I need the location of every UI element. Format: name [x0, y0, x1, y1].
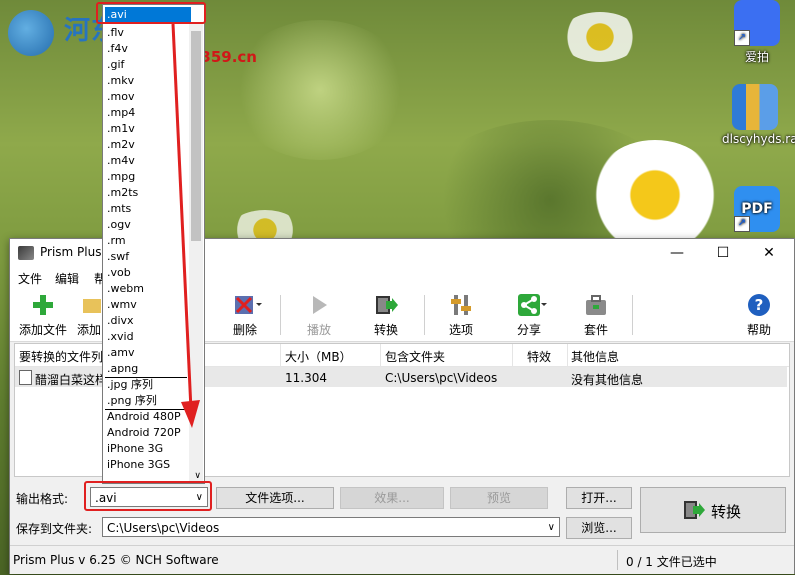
annotation-box-top — [96, 2, 206, 24]
annotation-box-format — [84, 481, 212, 511]
